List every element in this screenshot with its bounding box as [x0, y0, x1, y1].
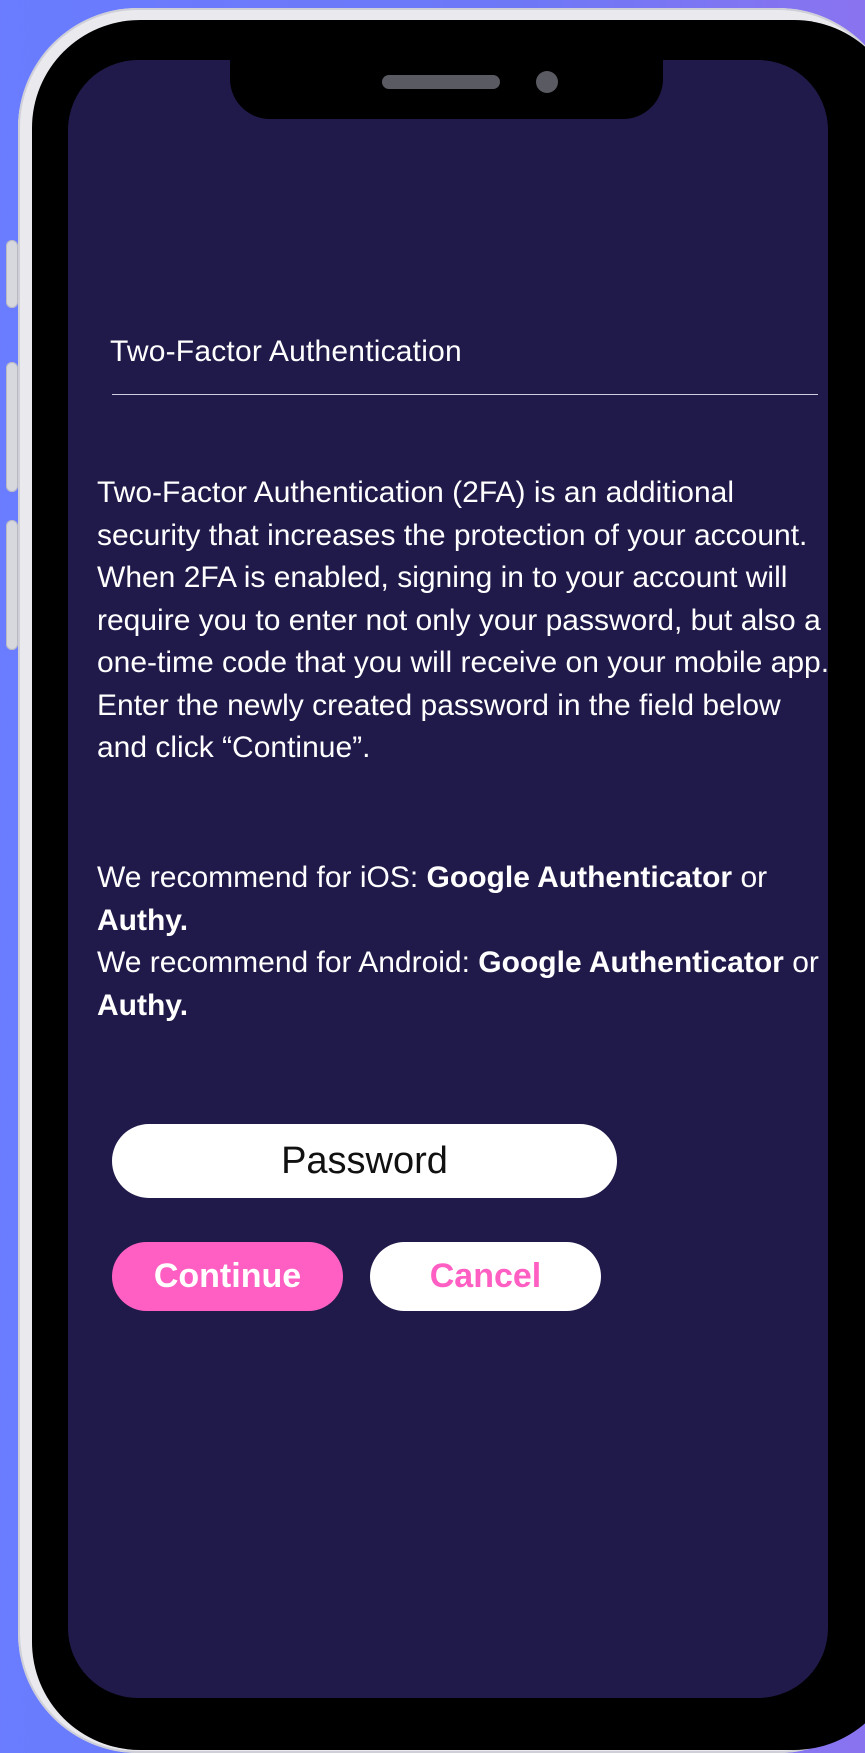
volume-up-button [6, 362, 18, 492]
ios-recommendation-or: or [732, 861, 768, 894]
description-text: Two-Factor Authentication (2FA) is an ad… [97, 476, 830, 764]
recommendations: We recommend for iOS: Google Authenticat… [97, 857, 837, 1027]
silent-switch [6, 240, 18, 308]
android-recommendation-prefix: We recommend for Android: [97, 946, 479, 979]
ios-app-authy: Authy. [97, 903, 189, 937]
android-recommendation: We recommend for Android: Google Authent… [97, 942, 837, 1027]
front-camera [536, 71, 558, 93]
ios-recommendation: We recommend for iOS: Google Authenticat… [97, 857, 837, 942]
cancel-button[interactable]: Cancel [370, 1242, 601, 1311]
password-input[interactable] [112, 1124, 617, 1198]
android-app-google-authenticator: Google Authenticator [478, 946, 784, 979]
android-app-authy: Authy. [97, 988, 189, 1022]
android-recommendation-or: or [783, 946, 819, 979]
title-divider [112, 394, 818, 395]
ios-app-google-authenticator: Google Authenticator [426, 861, 733, 894]
speaker-grille [382, 75, 500, 89]
volume-down-button [6, 520, 18, 650]
page-title: Two-Factor Authentication [110, 335, 462, 368]
ios-recommendation-prefix: We recommend for iOS: [97, 861, 427, 894]
continue-button[interactable]: Continue [112, 1242, 343, 1311]
